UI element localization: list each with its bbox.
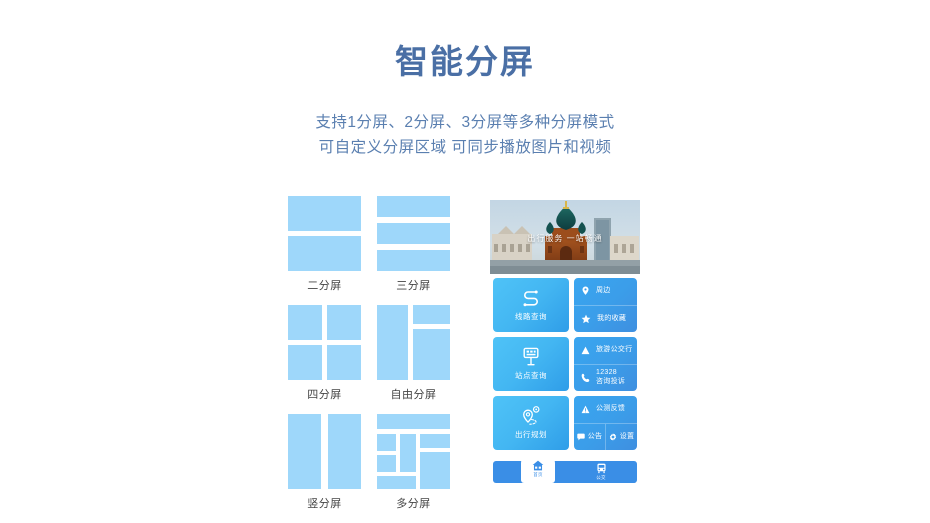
page-subtitle: 支持1分屏、2分屏、3分屏等多种分屏模式 可自定义分屏区域 可同步播放图片和视频: [0, 110, 930, 160]
subtile-hotline[interactable]: 12328 咨询投诉: [574, 363, 637, 392]
split-block: [288, 236, 361, 271]
route-s-icon: [523, 290, 538, 306]
split-mode-label: 二分屏: [307, 280, 342, 292]
split-block: [420, 452, 450, 489]
page-title: 智能分屏: [395, 43, 535, 80]
page-header: 智能分屏 支持1分屏、2分屏、3分屏等多种分屏模式 可自定义分屏区域 可同步播放…: [0, 0, 930, 160]
split-block: [377, 455, 396, 472]
split-preview-multi-split: [377, 414, 450, 489]
home-icon: [532, 460, 544, 470]
split-preview-vertical-split: [288, 414, 361, 489]
tile-label: 站点查询: [515, 371, 547, 380]
split-block: [288, 414, 321, 489]
tile-row: 出行规划 公测反馈 公告 设置: [493, 396, 637, 450]
split-block: [377, 434, 396, 451]
split-block: [377, 305, 408, 380]
split-block: [288, 196, 361, 231]
nav-item-bus[interactable]: 公交: [565, 461, 637, 483]
subtile-label: 周边: [596, 287, 611, 294]
split-block: [400, 434, 416, 472]
app-tile-grid: 线路查询 周边 我的收藏 站点查询 旅游公交行 12328 咨询投诉 出行规划 …: [490, 274, 640, 450]
subtitle-line-2: 可自定义分屏区域 可同步播放图片和视频: [318, 138, 612, 156]
subtile-announcements[interactable]: 公告: [574, 424, 605, 451]
subtile-settings[interactable]: 设置: [605, 423, 637, 450]
split-preview-two-split: [288, 196, 361, 271]
nav-item-home[interactable]: 首页: [521, 454, 555, 483]
nav-label: 首页: [533, 471, 543, 477]
tile-label: 线路查询: [515, 311, 547, 321]
tile-station-query[interactable]: 站点查询: [493, 337, 569, 391]
warning-triangle-icon: [581, 405, 590, 413]
subtile-favorites[interactable]: 我的收藏: [574, 304, 637, 333]
split-mode-row-2: 四分屏 自由分屏: [288, 305, 450, 402]
split-mode-label: 多分屏: [396, 498, 431, 510]
subtile-label: 12328 咨询投诉: [596, 369, 625, 386]
subtile-pair: 公告 设置: [574, 422, 637, 451]
app-banner[interactable]: 出行服务 一站畅通: [490, 200, 640, 274]
gear-icon: [609, 433, 616, 441]
phone-mockup: 出行服务 一站畅通 线路查询 周边 我的收藏 站点查询 旅游公交行 12328 …: [490, 200, 640, 486]
split-mode-row-1: 二分屏 三分屏: [288, 196, 450, 293]
tile-label: 出行规划: [515, 430, 547, 439]
split-mode-row-3: 竖分屏 多分屏: [288, 414, 450, 511]
tile-row: 线路查询 周边 我的收藏: [493, 278, 637, 332]
subtile-label: 旅游公交行: [596, 346, 633, 353]
subtile-nearby[interactable]: 周边: [574, 278, 637, 305]
split-preview-free-split: [377, 305, 450, 380]
split-block: [377, 223, 450, 244]
subtile-beta-feedback[interactable]: 公测反馈: [574, 396, 637, 423]
bus-stop-sign-icon: [523, 347, 539, 366]
hotline-label: 咨询投诉: [596, 377, 626, 385]
split-block: [328, 414, 361, 489]
split-mode-two-split[interactable]: 二分屏: [288, 196, 361, 293]
split-mode-three-split[interactable]: 三分屏: [377, 196, 450, 293]
split-mode-four-split[interactable]: 四分屏: [288, 305, 361, 402]
split-block: [413, 305, 450, 324]
subtile-label: 公测反馈: [596, 405, 626, 412]
split-preview-four-split: [288, 305, 361, 380]
bottom-navigation: 公交 首页: [493, 454, 637, 483]
message-bubble-icon: [576, 433, 585, 441]
split-block: [420, 434, 450, 448]
location-pin-icon: [582, 286, 589, 296]
phone-icon: [581, 373, 590, 382]
route-pins-icon: [523, 406, 540, 425]
tile-row: 站点查询 旅游公交行 12328 咨询投诉: [493, 337, 637, 391]
bus-icon: [596, 463, 606, 474]
content-area: 二分屏 三分屏 四分屏 自由分屏 竖分屏 多分屏 出行服务 一站畅通 线路查询 …: [0, 196, 930, 510]
split-block: [377, 414, 450, 429]
split-block: [288, 345, 322, 380]
split-mode-label: 四分屏: [307, 389, 342, 401]
subtile-label: 我的收藏: [597, 314, 627, 322]
tile-trip-planning[interactable]: 出行规划: [493, 396, 569, 450]
mountain-icon: [581, 346, 590, 354]
subtitle-line-1: 支持1分屏、2分屏、3分屏等多种分屏模式: [315, 113, 615, 131]
split-mode-vertical-split[interactable]: 竖分屏: [288, 414, 361, 511]
subtile-label: 设置: [619, 432, 635, 440]
split-mode-label: 竖分屏: [307, 498, 342, 510]
split-mode-gallery: 二分屏 三分屏 四分屏 自由分屏 竖分屏 多分屏: [288, 196, 450, 523]
tile-group-feedback-settings: 公测反馈 公告 设置: [574, 396, 637, 450]
banner-overlay-text: 出行服务 一站畅通: [527, 234, 603, 243]
split-block: [327, 305, 361, 340]
split-mode-free-split[interactable]: 自由分屏: [377, 305, 450, 402]
split-block: [413, 329, 450, 380]
subtile-label: 公告: [587, 432, 603, 440]
split-mode-multi-split[interactable]: 多分屏: [377, 414, 450, 511]
split-mode-label: 三分屏: [396, 280, 431, 292]
nav-label: 公交: [596, 475, 606, 480]
tile-group-nearby-favorites: 周边 我的收藏: [574, 278, 637, 332]
hotline-number: 12328: [596, 369, 617, 377]
split-block: [377, 196, 450, 217]
split-block: [377, 476, 416, 489]
tile-group-tourism-hotline: 旅游公交行 12328 咨询投诉: [574, 337, 637, 391]
split-block: [377, 250, 450, 271]
split-preview-three-split: [377, 196, 450, 271]
split-block: [327, 345, 361, 380]
split-mode-label: 自由分屏: [390, 389, 437, 401]
star-icon: [581, 314, 591, 323]
split-block: [288, 305, 322, 340]
subtile-tourism-bus[interactable]: 旅游公交行: [574, 337, 637, 364]
tile-route-query[interactable]: 线路查询: [493, 278, 569, 332]
